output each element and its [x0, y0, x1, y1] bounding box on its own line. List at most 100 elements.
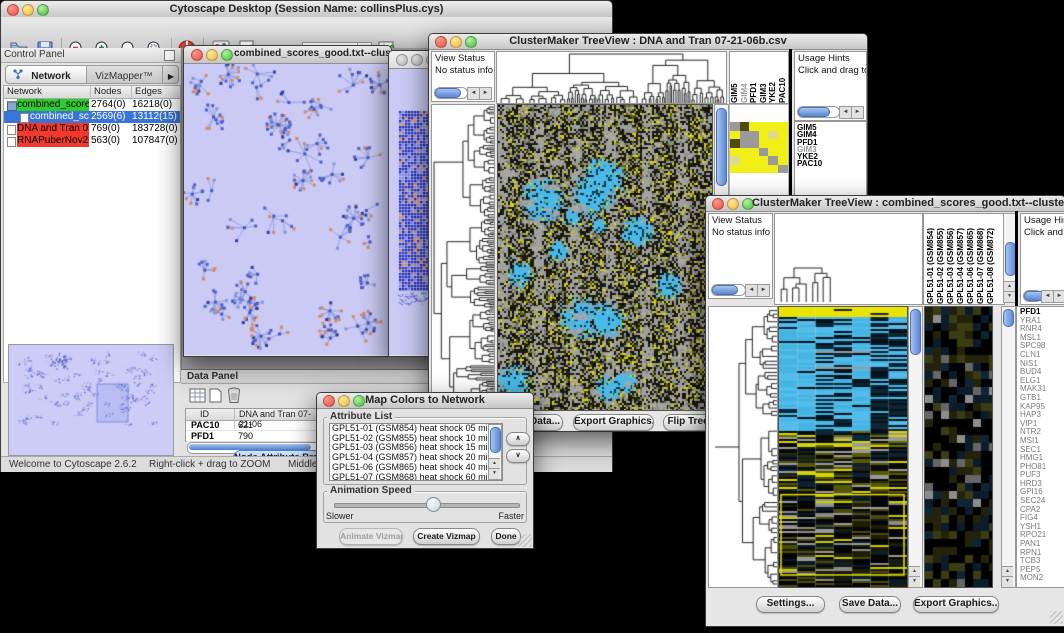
network-overview-panel[interactable]: [8, 344, 174, 456]
treeview2-zoom-heatmap[interactable]: [924, 306, 993, 588]
close-icon[interactable]: [396, 54, 408, 66]
float-panel-icon[interactable]: [164, 50, 175, 61]
matrix-cell[interactable]: [768, 165, 778, 174]
trash-icon[interactable]: [227, 387, 241, 404]
network-table-row[interactable]: combined_sco2569(6)13112(15): [4, 111, 180, 123]
column-label[interactable]: GPL51-04 (GSM857): [956, 214, 966, 304]
minimize-icon[interactable]: [411, 54, 423, 66]
close-icon[interactable]: [191, 49, 203, 61]
matrix-cell[interactable]: [759, 148, 769, 157]
matrix-cell[interactable]: [730, 165, 740, 174]
matrix-cell[interactable]: [730, 156, 740, 165]
matrix-cell[interactable]: [730, 131, 740, 140]
matrix-cell[interactable]: [768, 156, 778, 165]
treeview1-heatmap[interactable]: [497, 104, 713, 411]
slider-thumb[interactable]: [426, 497, 441, 512]
matrix-cell[interactable]: [730, 122, 740, 131]
matrix-cell[interactable]: [730, 148, 740, 157]
matrix-cell[interactable]: [740, 131, 750, 140]
tab-vizmapper[interactable]: VizMapper™: [86, 66, 162, 83]
export-graphics-button[interactable]: Export Graphics...: [573, 414, 654, 431]
settings-button[interactable]: Settings...: [756, 596, 825, 613]
network-table-row[interactable]: RNAPuberNov2+563(0)107847(0): [4, 135, 180, 147]
view-status-scrollbar[interactable]: ◄►: [711, 284, 770, 296]
close-icon[interactable]: [712, 198, 724, 210]
column-label[interactable]: GPL51-03 (GSM856): [946, 214, 956, 304]
column-label[interactable]: GIM3: [759, 52, 769, 103]
column-label[interactable]: GPL51-08 (GSM872): [986, 214, 996, 304]
save-data-button[interactable]: Save Data...: [839, 596, 901, 613]
column-label[interactable]: PFD1: [749, 52, 759, 103]
matrix-cell[interactable]: [759, 156, 769, 165]
network-table-row[interactable]: combined_scores2764(0)16218(0): [4, 99, 180, 111]
matrix-cell[interactable]: [749, 139, 759, 148]
matrix-cell[interactable]: [759, 122, 769, 131]
create-vizmap-button[interactable]: Create Vizmap: [413, 528, 480, 545]
usage-hints-scrollbar[interactable]: ◄►: [1023, 290, 1064, 302]
matrix-cell[interactable]: [778, 165, 788, 174]
column-label[interactable]: GPL51-07 (GSM868): [976, 214, 986, 304]
zoom-window-icon[interactable]: [221, 49, 233, 61]
column-label[interactable]: GPL51-02 (GSM855): [936, 214, 946, 304]
treeview1-title-bar[interactable]: ClusterMaker TreeView : DNA and Tran 07-…: [429, 34, 867, 50]
attribute-list-items[interactable]: GPL51-01 (GSM854) heat shock 05 minGPL51…: [330, 424, 502, 481]
attribute-list-item[interactable]: GPL51-07 (GSM868) heat shock 60 min: [330, 473, 502, 481]
matrix-cell[interactable]: [740, 122, 750, 131]
data-table-row[interactable]: PAC10621: [186, 420, 322, 431]
matrix-cell[interactable]: [768, 122, 778, 131]
animation-speed-slider[interactable]: [334, 497, 518, 511]
treeview2-heatmap-vscrollbar[interactable]: ▲▼: [908, 306, 923, 588]
move-up-button[interactable]: ∧: [506, 432, 530, 446]
matrix-cell[interactable]: [740, 156, 750, 165]
view-status-scrollbar[interactable]: ◄►: [434, 87, 492, 99]
gene-label[interactable]: PAC10: [797, 160, 866, 167]
network-table-row[interactable]: DNA and Tran 07769(0)183728(0): [4, 123, 180, 135]
main-title-bar[interactable]: Cytoscape Desktop (Session Name: collins…: [1, 1, 612, 18]
treeview2-heatmap[interactable]: [778, 306, 908, 588]
matrix-cell[interactable]: [759, 165, 769, 174]
treeview2-column-labels[interactable]: GPL51-01 (GSM854)GPL51-02 (GSM855)GPL51-…: [923, 213, 1005, 305]
attribute-list[interactable]: GPL51-01 (GSM854) heat shock 05 minGPL51…: [329, 423, 503, 481]
matrix-cell[interactable]: [749, 131, 759, 140]
column-label[interactable]: GPL51-06 (GSM865): [966, 214, 976, 304]
table-icon[interactable]: [189, 388, 206, 403]
matrix-cell[interactable]: [768, 131, 778, 140]
new-document-icon[interactable]: [209, 388, 222, 403]
col-header-edges[interactable]: Edges: [131, 86, 162, 97]
treeview1-row-dendrogram[interactable]: [431, 104, 495, 411]
animate-vizmap-button[interactable]: Animate Vizmap: [339, 528, 403, 545]
network-canvas[interactable]: [184, 64, 389, 355]
matrix-cell[interactable]: [768, 139, 778, 148]
matrix-cell[interactable]: [740, 148, 750, 157]
tab-overflow-button[interactable]: ▶: [162, 66, 179, 83]
treeview2-gene-labels[interactable]: PFD1YRA1RNR4MSL1SPC98CLN1NIS1BUD4ELG1MAK…: [1017, 307, 1064, 583]
column-label[interactable]: GIM4: [740, 52, 750, 103]
done-button[interactable]: Done: [491, 528, 521, 545]
matrix-cell[interactable]: [778, 122, 788, 131]
column-label[interactable]: YKE2: [768, 52, 778, 103]
matrix-cell[interactable]: [778, 148, 788, 157]
attribute-list-scrollbar[interactable]: ▲▼: [488, 424, 502, 480]
matrix-cell[interactable]: [740, 165, 750, 174]
data-table-row[interactable]: PFD1790: [186, 431, 322, 442]
matrix-cell[interactable]: [759, 131, 769, 140]
minimize-icon[interactable]: [206, 49, 218, 61]
treeview1-gene-labels[interactable]: GIM5GIM4PFD1GIM3YKE2PAC10: [795, 122, 866, 168]
treeview2-row-dendrogram[interactable]: [708, 306, 778, 588]
treeview1-column-dendrogram[interactable]: [496, 51, 727, 104]
column-label[interactable]: PAC10: [778, 52, 788, 103]
tab-network[interactable]: Network: [6, 66, 87, 83]
matrix-cell[interactable]: [778, 139, 788, 148]
matrix-cell[interactable]: [749, 165, 759, 174]
matrix-cell[interactable]: [740, 139, 750, 148]
resize-grip[interactable]: [1050, 611, 1063, 624]
data-col-id[interactable]: ID: [200, 409, 209, 419]
column-label[interactable]: GPL51-01 (GSM854): [926, 214, 936, 304]
resize-grip[interactable]: [519, 534, 532, 547]
network-window-title-bar[interactable]: combined_scores_good.txt--cluste...: [184, 46, 391, 64]
matrix-cell[interactable]: [749, 148, 759, 157]
gene-label[interactable]: MON2: [1020, 574, 1064, 583]
usage-hints-scrollbar[interactable]: ◄►: [797, 106, 864, 118]
matrix-cell[interactable]: [749, 156, 759, 165]
move-down-button[interactable]: ∨: [506, 449, 530, 463]
